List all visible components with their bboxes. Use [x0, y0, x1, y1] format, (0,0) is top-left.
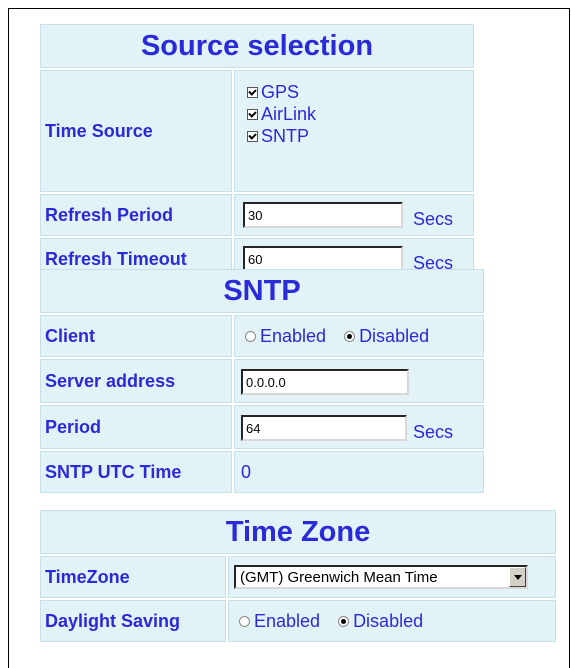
refresh-period-cell: Secs	[234, 194, 474, 236]
client-label: Client	[40, 315, 232, 357]
server-address-label: Server address	[40, 359, 232, 403]
gps-checkbox-icon[interactable]	[247, 86, 258, 98]
refresh-period-unit: Secs	[413, 209, 454, 229]
timezone-cell: (GMT) Greenwich Mean Time	[228, 556, 556, 598]
timezone-select[interactable]: (GMT) Greenwich Mean Time	[234, 565, 528, 589]
time-zone-panel: Time Zone TimeZone (GMT) Greenwich Mean …	[40, 510, 558, 652]
daylight-saving-label: Daylight Saving	[40, 600, 226, 642]
refresh-period-label: Refresh Period	[40, 194, 232, 236]
sntp-panel: SNTP Client Enabled Disabled Server addr…	[40, 269, 486, 503]
client-disabled-label: Disabled	[359, 325, 430, 346]
server-address-input[interactable]	[241, 369, 409, 395]
client-disabled-radio-icon[interactable]	[344, 330, 356, 342]
client-disabled-option[interactable]: Disabled	[344, 326, 429, 347]
sntp-utc-time-value: 0	[234, 451, 484, 493]
daylight-saving-options: Enabled Disabled	[228, 600, 556, 642]
sntp-heading: SNTP	[40, 269, 484, 313]
time-source-options: GPS AirLink SNTP	[234, 70, 474, 192]
sntp-checkbox-icon[interactable]	[247, 130, 258, 142]
chevron-down-icon[interactable]	[509, 567, 526, 587]
refresh-period-input[interactable]	[243, 202, 403, 228]
gps-label: GPS	[261, 81, 300, 102]
server-address-cell	[234, 359, 484, 403]
checkbox-sntp[interactable]: SNTP	[247, 125, 473, 147]
period-input[interactable]	[241, 415, 407, 441]
sntp-label: SNTP	[261, 125, 310, 146]
timezone-label: TimeZone	[40, 556, 226, 598]
client-enabled-radio-icon[interactable]	[245, 330, 256, 342]
client-enabled-option[interactable]: Enabled	[245, 326, 326, 347]
daylight-disabled-label: Disabled	[353, 610, 424, 631]
source-selection-panel: Source selection Time Source GPS AirLink…	[40, 24, 476, 280]
checkbox-gps[interactable]: GPS	[247, 81, 473, 103]
client-enabled-label: Enabled	[260, 325, 327, 346]
daylight-disabled-radio-icon[interactable]	[338, 615, 350, 627]
daylight-enabled-option[interactable]: Enabled	[239, 611, 320, 632]
daylight-enabled-label: Enabled	[254, 610, 321, 631]
period-cell: Secs	[234, 405, 484, 449]
daylight-enabled-radio-icon[interactable]	[239, 615, 250, 627]
period-unit: Secs	[413, 422, 454, 442]
source-selection-heading: Source selection	[40, 24, 474, 68]
time-zone-heading: Time Zone	[40, 510, 556, 554]
period-label: Period	[40, 405, 232, 449]
checkbox-airlink[interactable]: AirLink	[247, 103, 473, 125]
sntp-utc-time-label: SNTP UTC Time	[40, 451, 232, 493]
airlink-label: AirLink	[261, 103, 317, 124]
time-source-label: Time Source	[40, 70, 232, 192]
timezone-selected-value: (GMT) Greenwich Mean Time	[240, 568, 438, 586]
client-options: Enabled Disabled	[234, 315, 484, 357]
daylight-disabled-option[interactable]: Disabled	[338, 611, 423, 632]
airlink-checkbox-icon[interactable]	[247, 108, 258, 120]
